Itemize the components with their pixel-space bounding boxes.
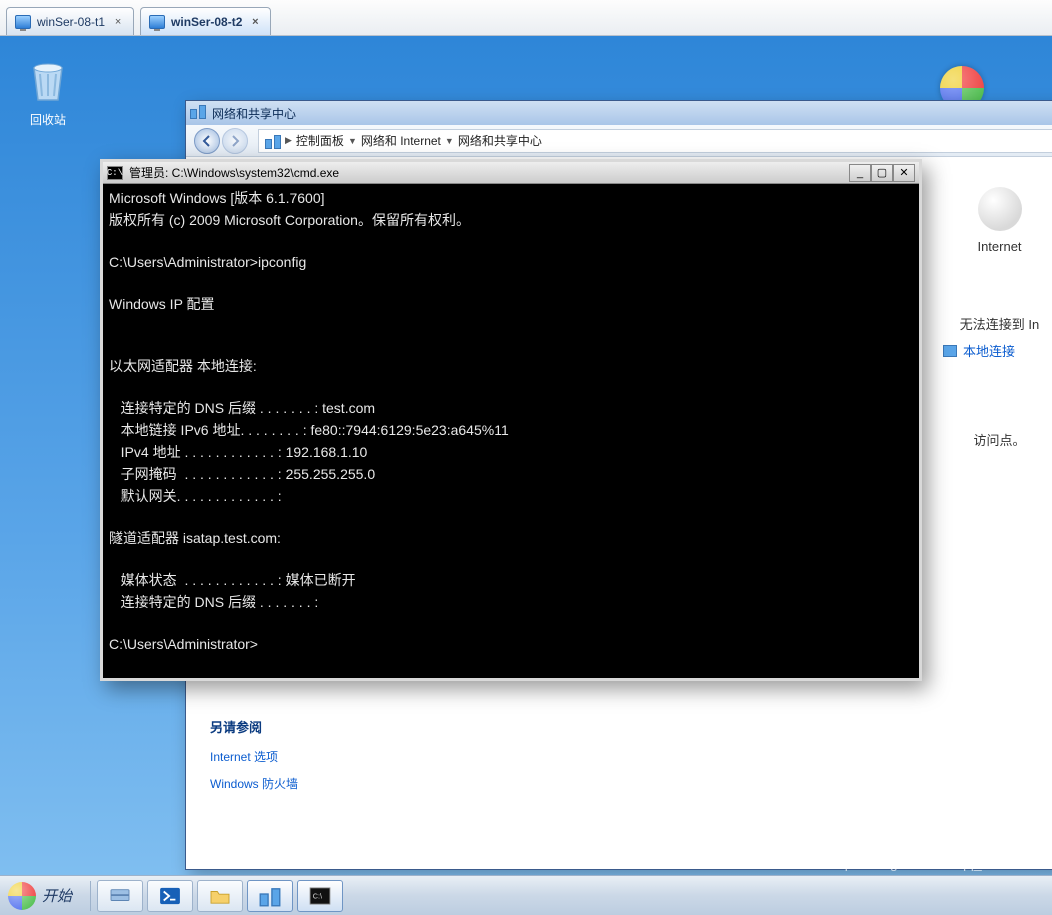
- internet-globe-icon: [978, 187, 1022, 231]
- maximize-button[interactable]: ▢: [871, 164, 893, 182]
- server-manager-icon: [109, 887, 131, 905]
- chevron-down-icon: ▼: [445, 136, 454, 146]
- close-button[interactable]: ✕: [893, 164, 915, 182]
- navigation-bar: ▶ 控制面板 ▼ 网络和 Internet ▼ 网络和共享中心: [186, 125, 1052, 157]
- adapter-icon: [943, 345, 957, 357]
- monitor-icon: [149, 15, 165, 29]
- close-icon[interactable]: ×: [111, 15, 125, 29]
- monitor-icon: [15, 15, 31, 29]
- cannot-connect-text: 无法连接到 In: [943, 314, 1052, 333]
- network-icon: [260, 888, 281, 904]
- cmd-icon: C:\: [309, 887, 331, 905]
- recycle-bin-label: 回收站: [18, 111, 78, 128]
- cmd-titlebar[interactable]: C:\ 管理员: C:\Windows\system32\cmd.exe _ ▢…: [103, 162, 919, 184]
- cmd-window[interactable]: C:\ 管理员: C:\Windows\system32\cmd.exe _ ▢…: [100, 159, 922, 681]
- vm-tab-2[interactable]: winSer-08-t2 ×: [140, 7, 271, 35]
- nav-back-button[interactable]: [194, 128, 220, 154]
- minimize-button[interactable]: _: [849, 164, 871, 182]
- vm-tab-bar: winSer-08-t1 × winSer-08-t2 ×: [0, 0, 1052, 36]
- breadcrumb-item[interactable]: 控制面板: [296, 132, 344, 149]
- svg-text:C:\: C:\: [313, 891, 322, 900]
- recycle-bin-icon: [24, 56, 72, 104]
- connection-status-block: 无法连接到 In 本地连接 访问点。: [935, 254, 1052, 469]
- taskbar[interactable]: 开始 C:\: [0, 875, 1052, 915]
- recycle-bin[interactable]: 回收站: [18, 56, 78, 128]
- taskbar-item-explorer[interactable]: [197, 880, 243, 912]
- local-connection-label: 本地连接: [963, 341, 1015, 360]
- folder-icon: [209, 887, 231, 905]
- side-panel: Internet 无法连接到 In 本地连接 访问点。: [934, 157, 1052, 869]
- chevron-right-icon: ▶: [285, 135, 292, 146]
- vm-tab-2-label: winSer-08-t2: [171, 15, 242, 29]
- nav-forward-button[interactable]: [222, 128, 248, 154]
- chevron-down-icon: ▼: [348, 136, 357, 146]
- vm-tab-1-label: winSer-08-t1: [37, 15, 105, 29]
- taskbar-item-server-manager[interactable]: [97, 880, 143, 912]
- desktop[interactable]: 回收站 网络和共享中心 ▶ 控制面板 ▼ 网络和 Internet ▼ 网络和共…: [0, 36, 1052, 875]
- window-titlebar[interactable]: 网络和共享中心: [186, 101, 1052, 125]
- network-icon: [265, 135, 281, 147]
- see-also-heading: 另请参阅: [210, 717, 910, 736]
- close-icon[interactable]: ×: [248, 15, 262, 29]
- internet-label: Internet: [935, 239, 1052, 254]
- breadcrumb[interactable]: ▶ 控制面板 ▼ 网络和 Internet ▼ 网络和共享中心: [258, 129, 1052, 153]
- taskbar-item-cmd[interactable]: C:\: [297, 880, 343, 912]
- cmd-output[interactable]: Microsoft Windows [版本 6.1.7600] 版权所有 (c)…: [103, 184, 919, 660]
- breadcrumb-item[interactable]: 网络和共享中心: [458, 132, 542, 149]
- windows-start-icon: [8, 882, 36, 910]
- breadcrumb-item[interactable]: 网络和 Internet: [361, 132, 441, 149]
- cmd-icon: C:\: [107, 166, 123, 180]
- vm-tab-1[interactable]: winSer-08-t1 ×: [6, 7, 134, 35]
- window-title: 网络和共享中心: [212, 105, 296, 122]
- powershell-icon: [159, 887, 181, 905]
- access-point-text: 访问点。: [943, 430, 1052, 449]
- taskbar-item-network-center[interactable]: [247, 880, 293, 912]
- taskbar-item-powershell[interactable]: [147, 880, 193, 912]
- cmd-title-text: 管理员: C:\Windows\system32\cmd.exe: [129, 164, 849, 181]
- local-connection-link[interactable]: 本地连接: [943, 341, 1052, 360]
- internet-options-link[interactable]: Internet 选项: [210, 748, 910, 765]
- start-button[interactable]: 开始: [4, 880, 84, 912]
- network-icon: [190, 105, 206, 121]
- windows-firewall-link[interactable]: Windows 防火墙: [210, 775, 910, 792]
- watermark-text: https://blog.csdn.net/qq_43619461: [829, 855, 1044, 871]
- taskbar-separator: [90, 881, 91, 911]
- start-label: 开始: [42, 885, 72, 906]
